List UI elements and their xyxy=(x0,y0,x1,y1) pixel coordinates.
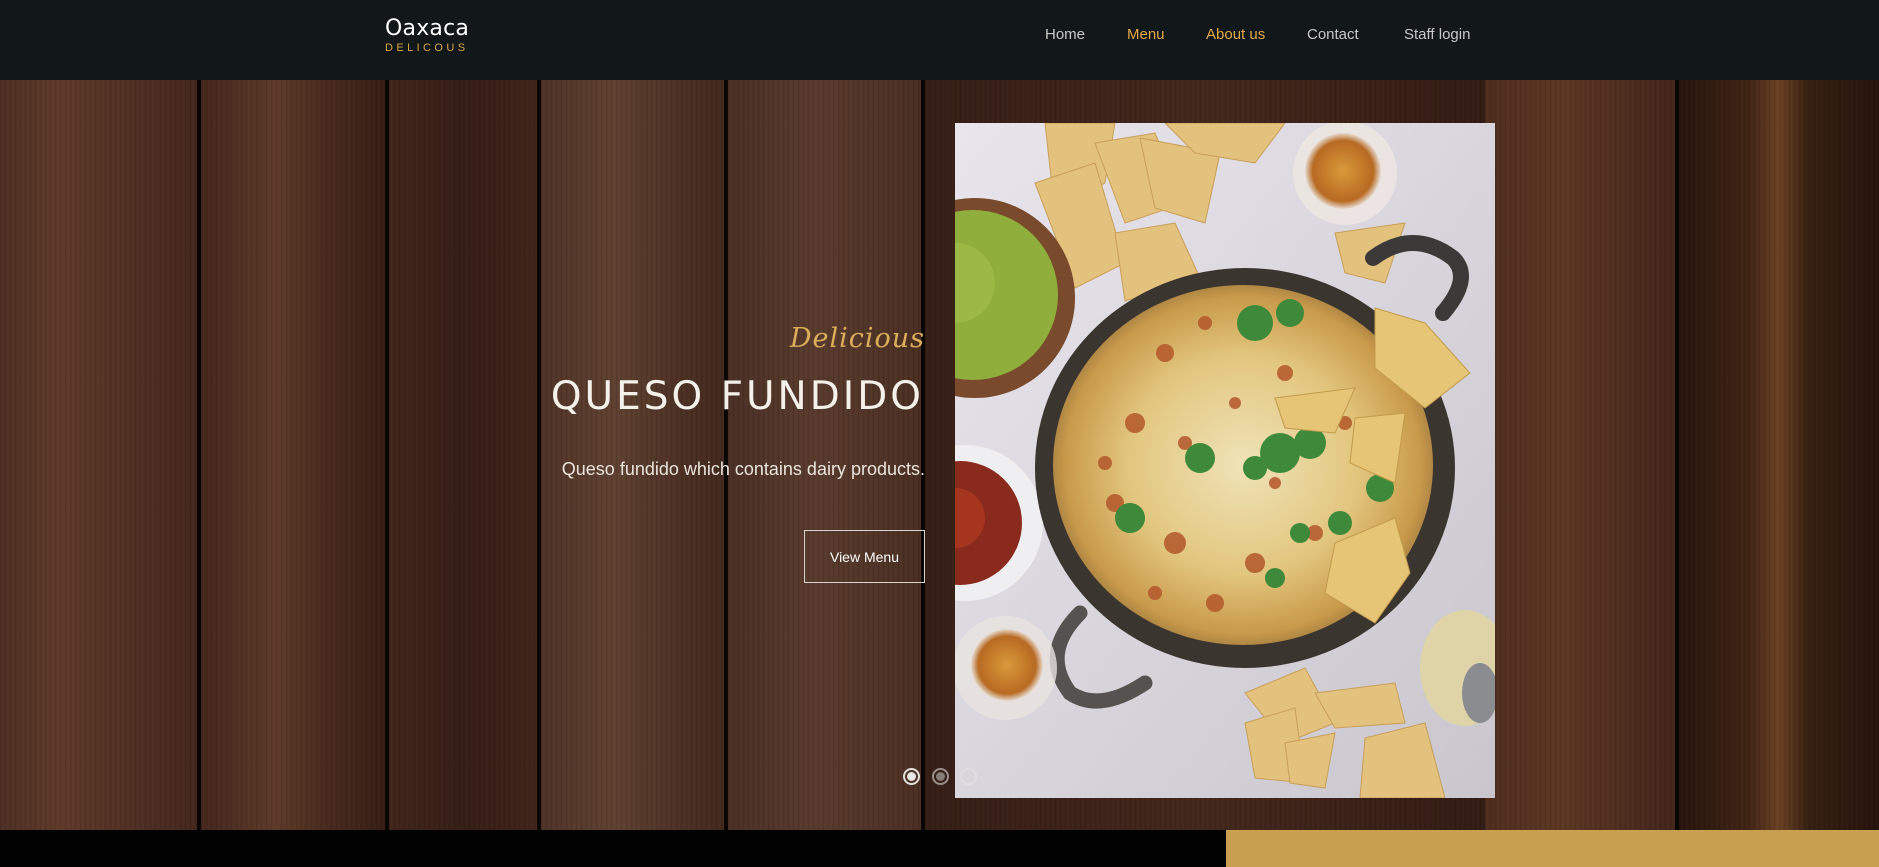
hero-overlay xyxy=(0,80,1879,830)
slide-dot-3[interactable] xyxy=(960,768,977,785)
slide-dot-2[interactable] xyxy=(932,768,949,785)
main-nav: Home Menu About us Contact Staff login xyxy=(0,25,1879,45)
nav-menu[interactable]: Menu xyxy=(1127,25,1165,45)
dot-icon xyxy=(964,772,973,781)
hero-description: Queso fundido which contains dairy produ… xyxy=(561,459,925,479)
food-image xyxy=(955,123,1495,798)
site-header: Oaxaca DELICOUS Home Menu About us Conta… xyxy=(0,0,1879,80)
hero-slider: Delicious QUESO FUNDIDO Queso fundido wh… xyxy=(0,80,1879,830)
hero-tagline: Delicious xyxy=(789,323,925,354)
gold-panel xyxy=(1226,830,1879,867)
hero-title: QUESO FUNDIDO xyxy=(550,374,924,419)
nav-staff-login[interactable]: Staff login xyxy=(1404,25,1470,45)
nav-contact[interactable]: Contact xyxy=(1307,25,1359,45)
nav-about-us[interactable]: About us xyxy=(1206,25,1265,45)
slide-dot-1[interactable] xyxy=(903,768,920,785)
dot-icon xyxy=(936,772,945,781)
view-menu-button[interactable]: View Menu xyxy=(804,530,925,583)
nav-home[interactable]: Home xyxy=(1045,25,1085,45)
active-dot-icon xyxy=(907,772,916,781)
